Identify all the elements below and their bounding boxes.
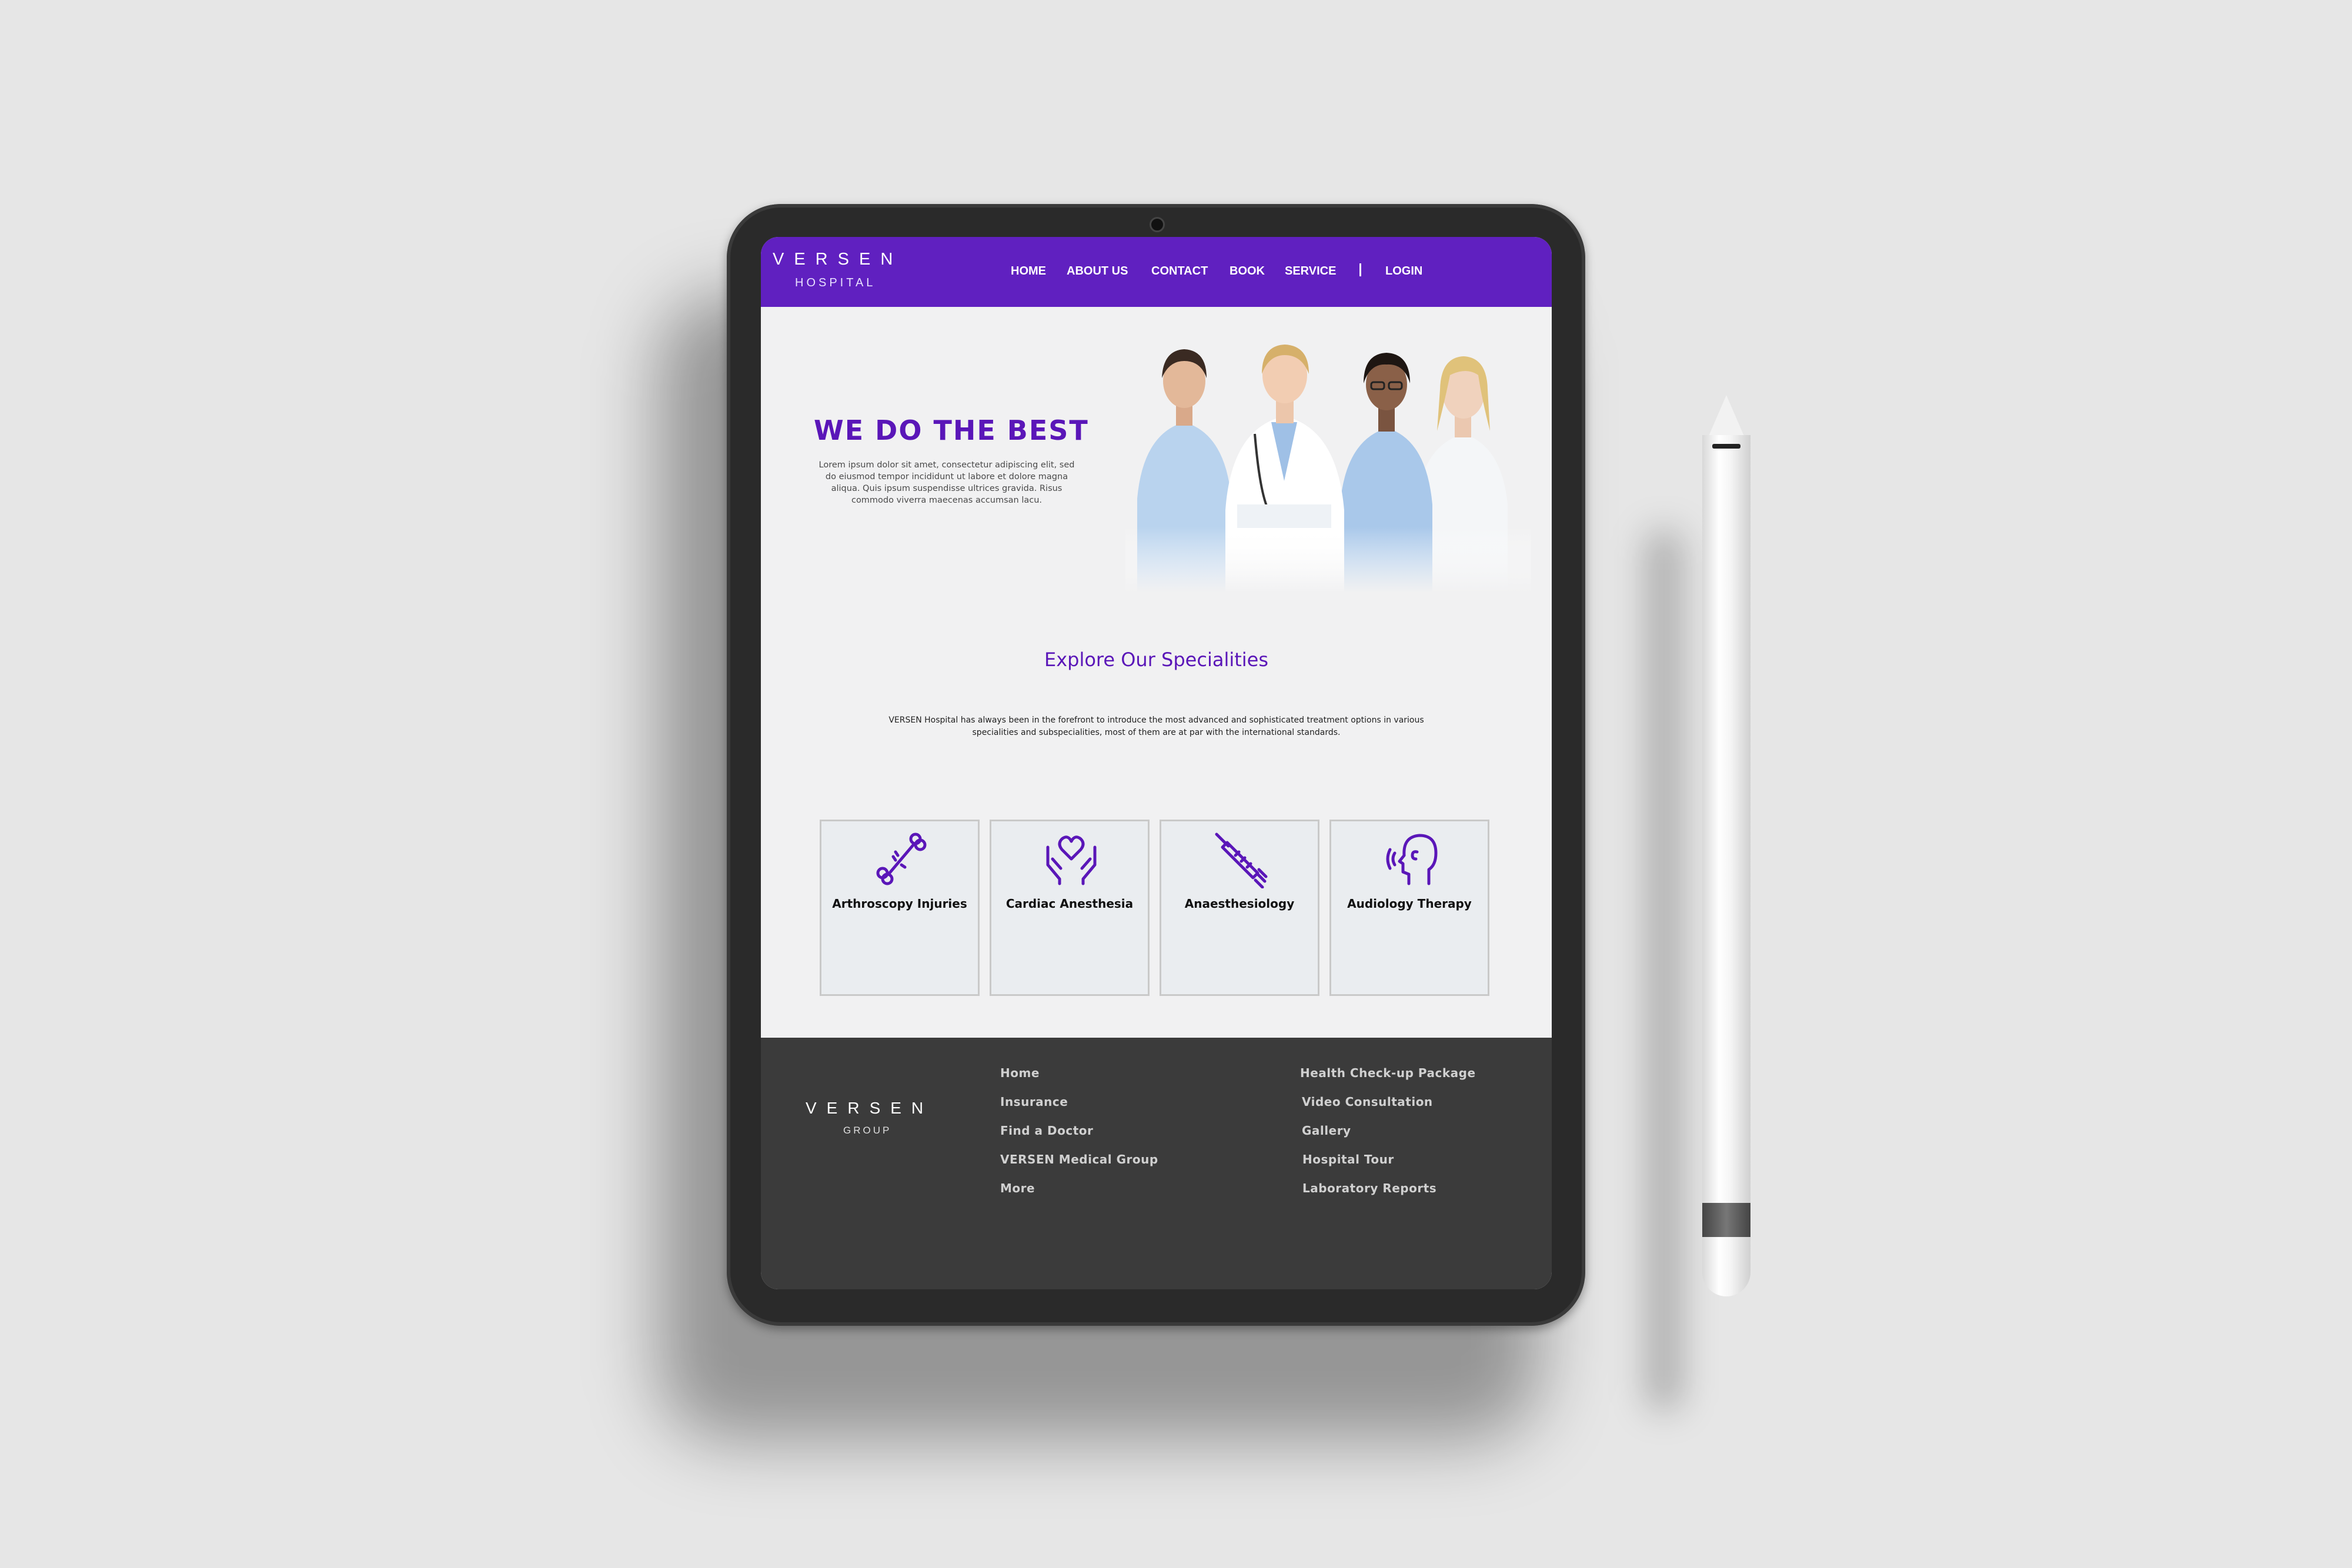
nav-separator: [1359, 263, 1361, 276]
bone-icon: [876, 833, 927, 885]
card-label: Anaesthesiology: [1184, 897, 1295, 911]
footer-link-gallery[interactable]: Gallery: [1302, 1124, 1351, 1138]
footer-link-lab-reports[interactable]: Laboratory Reports: [1302, 1181, 1436, 1195]
nav-book[interactable]: BOOK: [1230, 265, 1265, 278]
footer-link-find-doctor[interactable]: Find a Doctor: [1000, 1124, 1093, 1138]
footer-logo[interactable]: VERSEN: [806, 1099, 933, 1118]
nav-home[interactable]: HOME: [1011, 265, 1046, 278]
card-label: Arthroscopy Injuries: [832, 897, 967, 911]
site-header: VERSEN HOSPITAL HOME ABOUT US CONTACT BO…: [761, 237, 1552, 307]
hero-text: Lorem ipsum dolor sit amet, consectetur …: [818, 460, 1075, 505]
logo[interactable]: VERSEN: [773, 250, 903, 269]
speciality-card-arthroscopy[interactable]: Arthroscopy Injuries: [820, 820, 980, 996]
nav-login[interactable]: LOGIN: [1385, 265, 1422, 278]
stylus-pencil: [1702, 435, 1750, 1296]
footer-link-more[interactable]: More: [1000, 1181, 1035, 1195]
footer-link-medical-group[interactable]: VERSEN Medical Group: [1000, 1152, 1158, 1166]
nav-service[interactable]: SERVICE: [1285, 265, 1336, 278]
hero-title: WE DO THE BEST: [814, 414, 1089, 446]
specialities-title: Explore Our Specialities: [1044, 648, 1269, 671]
nav-about-us[interactable]: ABOUT US: [1067, 265, 1128, 278]
speciality-card-cardiac[interactable]: Cardiac Anesthesia: [990, 820, 1150, 996]
logo-subtitle: HOSPITAL: [795, 276, 876, 289]
footer-link-home[interactable]: Home: [1000, 1066, 1040, 1080]
footer-link-video-consultation[interactable]: Video Consultation: [1302, 1095, 1433, 1109]
speciality-card-audiology[interactable]: Audiology Therapy: [1329, 820, 1489, 996]
specialities-text: VERSEN Hospital has always been in the f…: [888, 716, 1424, 737]
pencil-shadow: [1646, 529, 1682, 1411]
footer-link-health-checkup[interactable]: Health Check-up Package: [1300, 1066, 1476, 1080]
site-footer: VERSEN GROUP Home Insurance Find a Docto…: [761, 1038, 1552, 1289]
pencil-ring: [1712, 444, 1740, 449]
footer-link-insurance[interactable]: Insurance: [1000, 1095, 1068, 1109]
heart-hands-icon: [1046, 835, 1097, 885]
head-sound-icon: [1386, 834, 1438, 885]
card-label: Audiology Therapy: [1347, 897, 1472, 911]
card-label: Cardiac Anesthesia: [1005, 897, 1134, 911]
camera-icon: [1150, 217, 1165, 232]
pencil-band: [1702, 1203, 1750, 1237]
speciality-card-anaesthesiology[interactable]: Anaesthesiology: [1160, 820, 1319, 996]
footer-logo-subtitle: GROUP: [843, 1125, 892, 1136]
nav-contact[interactable]: CONTACT: [1151, 265, 1208, 278]
footer-link-hospital-tour[interactable]: Hospital Tour: [1302, 1152, 1394, 1166]
website-screen: VERSEN HOSPITAL HOME ABOUT US CONTACT BO…: [761, 237, 1552, 1289]
doctors-image: [1125, 328, 1531, 593]
syringe-icon: [1215, 833, 1268, 888]
